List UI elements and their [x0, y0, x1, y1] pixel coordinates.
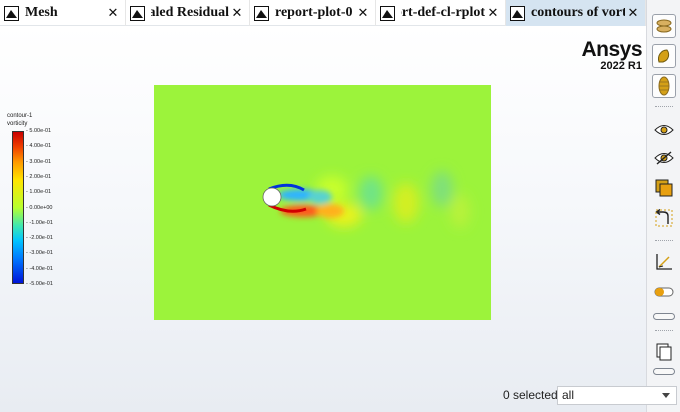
panel-icon: [656, 343, 672, 361]
graphics-viewport[interactable]: Ansys 2022 R1 contour-1 vorticity - 5.00…: [0, 26, 646, 412]
display-icon: [656, 19, 672, 33]
hide-icon: [654, 151, 674, 165]
contour-button[interactable]: [652, 74, 676, 98]
tab-report-def[interactable]: report-def-cl-rplot ✕: [376, 0, 506, 26]
selection-filter-dropdown[interactable]: all: [557, 386, 677, 405]
tab-label: Mesh: [25, 5, 58, 20]
graphics-window-icon: [510, 5, 525, 21]
ansys-logo: Ansys 2022 R1: [581, 38, 642, 72]
color-button[interactable]: [652, 44, 676, 68]
colorbar-tick-label: - 3.00e-01: [26, 158, 52, 165]
color-icon: [658, 49, 670, 63]
brand-logo: Ansys: [581, 38, 642, 61]
toolbar-expand-handle[interactable]: [653, 368, 675, 375]
tab-mesh[interactable]: Mesh ✕: [0, 0, 126, 26]
axes-icon: [656, 254, 672, 270]
undo-icon: [655, 209, 673, 227]
legend-title-line1: contour-1: [7, 113, 33, 119]
close-icon[interactable]: ✕: [229, 6, 245, 21]
vorticity-contour-plot[interactable]: [154, 85, 491, 320]
tab-contours-of-vorticity[interactable]: contours of vorticity ✕: [506, 0, 646, 26]
close-icon[interactable]: ✕: [625, 6, 641, 21]
tab-label: report-def-cl-rplot: [401, 5, 485, 20]
tab-label: report-plot-0: [275, 5, 353, 20]
legend-title-line2: vorticity: [7, 121, 28, 127]
selection-count: 0 selected: [503, 388, 558, 402]
hide-button[interactable]: [652, 146, 676, 170]
show-icon: [654, 125, 674, 135]
close-icon[interactable]: ✕: [485, 6, 501, 21]
colorbar-tick-label: - -2.00e-01: [26, 235, 53, 242]
graphics-window-icon: [380, 5, 395, 21]
graphics-window-icon: [130, 5, 145, 21]
toolbar-collapse-handle[interactable]: [653, 313, 675, 320]
colorbar-tick-label: - -5.00e-01: [26, 281, 53, 287]
colorbar-tick-label: - 4.00e-01: [26, 143, 52, 150]
chevron-down-icon: [662, 393, 670, 398]
colorbar: [12, 131, 24, 284]
colorbar-tick-label: - 1.00e-01: [26, 189, 52, 196]
cylinder: [262, 187, 282, 207]
undo-button[interactable]: [652, 206, 676, 230]
slider-button[interactable]: [652, 280, 676, 304]
slider-icon: [654, 287, 674, 297]
close-icon[interactable]: ✕: [355, 6, 371, 21]
graphics-window-icon: [4, 5, 19, 21]
tab-label: Scaled Residual: [151, 5, 229, 20]
copy-button[interactable]: [652, 176, 676, 200]
colorbar-tick-label: - -4.00e-01: [26, 265, 53, 272]
colorbar-tick-label: - -1.00e-01: [26, 219, 53, 226]
right-toolbar: [646, 0, 680, 412]
panel-button[interactable]: [652, 340, 676, 364]
display-button[interactable]: [652, 14, 676, 38]
colorbar-tick-label: - 2.00e-01: [26, 173, 52, 180]
tab-scaled-residuals[interactable]: Scaled Residual ✕: [126, 0, 250, 26]
axes-button[interactable]: [652, 250, 676, 274]
selection-filter-value: all: [562, 388, 575, 402]
colorbar-tick-label: - 0.00e+00: [26, 204, 53, 211]
contour-icon: [658, 76, 670, 96]
tab-label: contours of vorticity: [531, 5, 625, 20]
legend-title: contour-1 vorticity: [7, 112, 32, 128]
colorbar-tick-label: - 5.00e-01: [26, 128, 52, 134]
copy-icon: [655, 179, 673, 197]
show-button[interactable]: [652, 118, 676, 142]
colorbar-tick-label: - -3.00e-01: [26, 250, 53, 257]
graphics-window-icon: [254, 5, 269, 21]
close-icon[interactable]: ✕: [105, 6, 121, 21]
tab-report-plot[interactable]: report-plot-0 ✕: [250, 0, 376, 26]
tab-bar: Mesh ✕ Scaled Residual ✕ report-plot-0 ✕…: [0, 0, 646, 26]
